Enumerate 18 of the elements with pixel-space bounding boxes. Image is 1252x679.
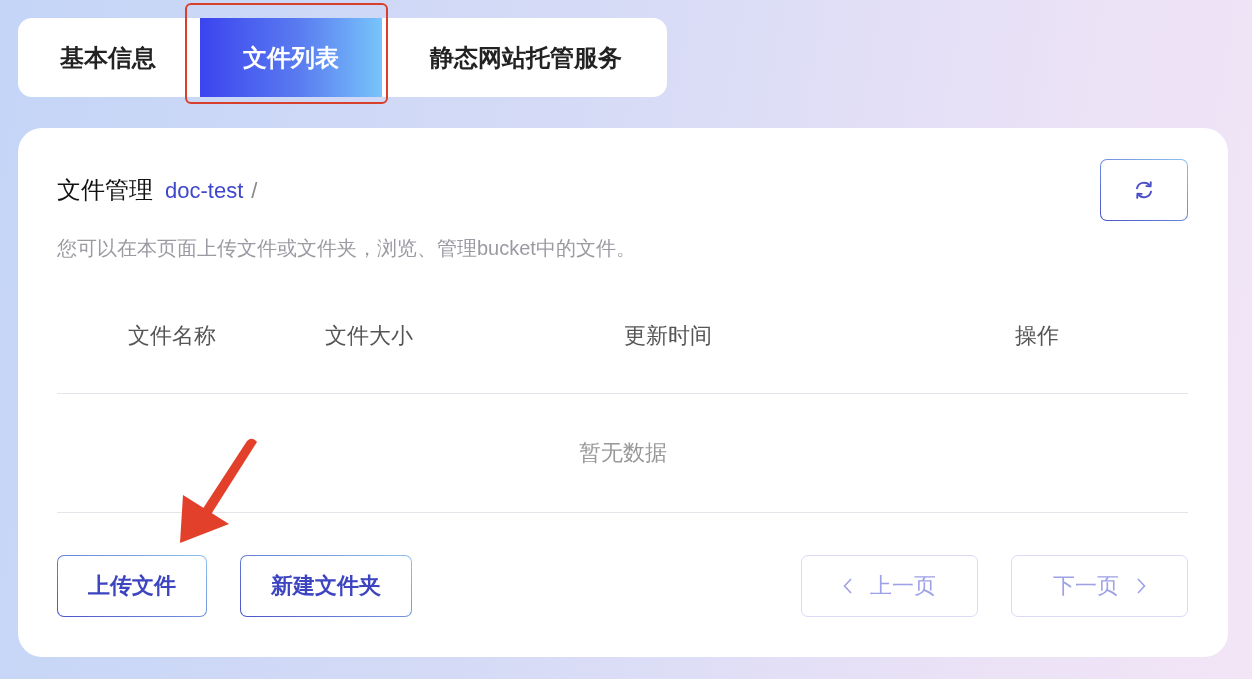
column-header: 文件大小 <box>325 322 413 348</box>
description-text: 您可以在本页面上传文件或文件夹，浏览、管理bucket中的文件。 <box>57 236 636 261</box>
path-separator: / <box>251 178 258 204</box>
column-header: 文件名称 <box>128 322 216 348</box>
action-button[interactable]: 上传文件 <box>57 555 207 617</box>
tab[interactable]: 基本信息 <box>18 18 184 97</box>
bucket-link[interactable]: doc-test <box>165 178 244 204</box>
panel-title: 文件管理 <box>57 175 153 205</box>
empty-state-text: 暂无数据 <box>578 439 667 467</box>
action-button[interactable]: 新建文件夹 <box>240 555 412 617</box>
column-header: 操作 <box>1014 322 1059 348</box>
chevron-left-icon <box>843 578 852 594</box>
column-header: 更新时间 <box>624 322 712 348</box>
chevron-right-icon <box>1137 578 1146 594</box>
tab[interactable]: 静态网站托管服务 <box>398 18 667 97</box>
refresh-icon <box>1135 181 1153 199</box>
tab[interactable]: 文件列表 <box>200 18 382 97</box>
refresh-button[interactable] <box>1100 159 1188 221</box>
